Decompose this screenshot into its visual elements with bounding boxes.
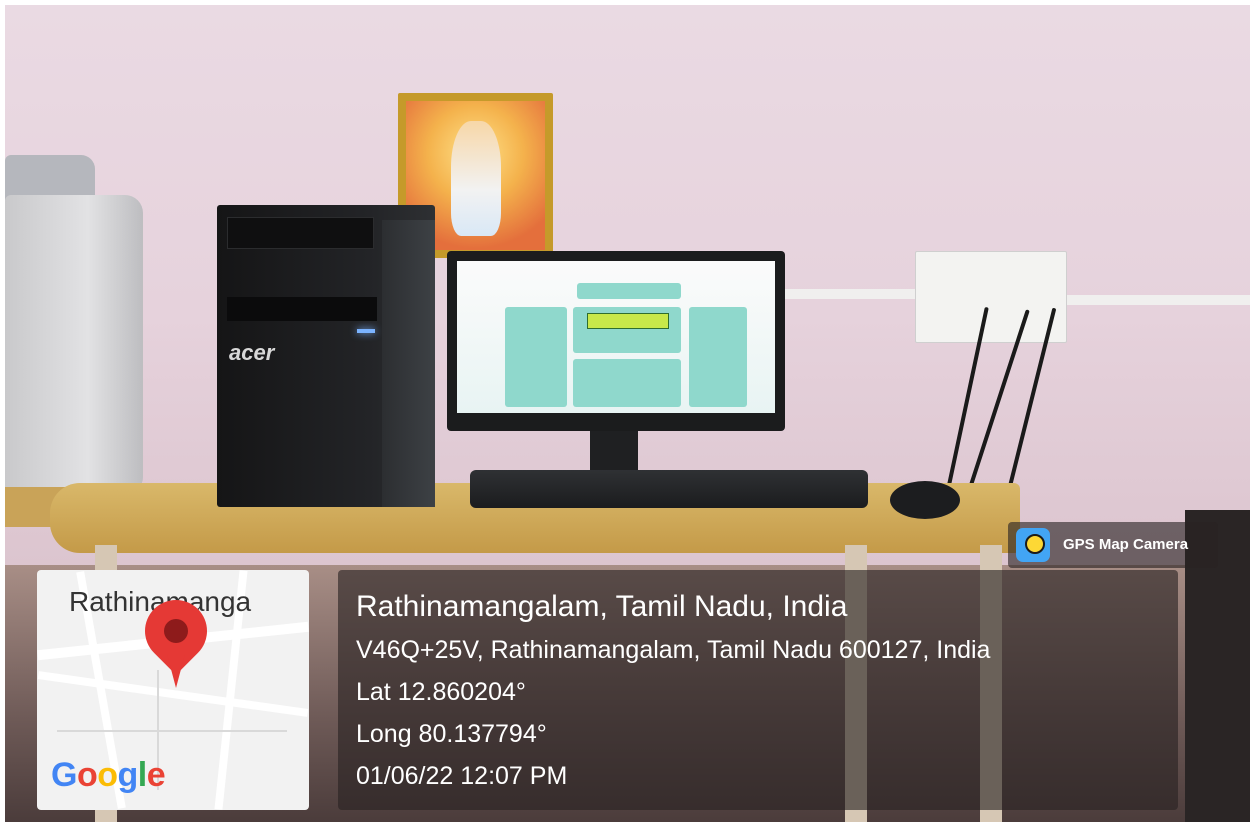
google-logo-letter: o [76,756,98,794]
location-info-panel: Rathinamangalam, Tamil Nadu, India V46Q+… [338,570,1178,810]
optical-drive [227,217,374,249]
wall-conduit [1065,295,1250,305]
power-led [357,329,375,333]
cpu-tower: acer [217,205,435,507]
monitor-stand [590,431,638,473]
timestamp: 01/06/22 12:07 PM [356,762,568,790]
wall-conduit [780,289,920,299]
google-logo-letter: G [51,756,77,794]
map-street [57,730,287,732]
monitor-screen [457,261,775,413]
location-lens-icon [1025,534,1045,554]
google-logo-letter: o [97,756,118,794]
map-road [37,671,309,717]
longitude: Long 80.137794° [356,720,547,748]
google-logo-letter: l [137,756,147,794]
latitude: Lat 12.860204° [356,678,526,706]
place-name: Rathinamangalam, Tamil Nadu, India [356,590,848,623]
pin-center-dot [159,614,193,648]
cpu-side-panel [382,220,435,507]
gps-camera-app-icon [1016,528,1050,562]
screen-panel-left [505,307,567,407]
badge-label: GPS Map Camera [1063,536,1189,553]
drive-bay [227,297,377,321]
map-thumbnail: Rathinamanga Google [37,570,309,810]
power-socket-board [915,251,1067,343]
google-logo-letter: g [117,756,139,794]
address-line: V46Q+25V, Rathinamangalam, Tamil Nadu 60… [356,636,991,664]
deity-figure [451,121,501,236]
printer-top [5,155,95,200]
screen-panel-bottom [573,359,681,407]
screen-lcd-display [587,313,669,329]
google-logo-letter: e [146,756,166,794]
cpu-brand-logo: acer [229,340,275,365]
mouse [890,481,960,519]
monitor [447,251,785,431]
gps-map-camera-badge: GPS Map Camera [1008,522,1218,568]
screen-title-bar [577,283,681,299]
printer [5,195,143,495]
screen-panel-right [689,307,747,407]
keyboard [470,470,868,508]
location-pin-tail [167,654,185,688]
google-logo: Google [51,756,166,795]
